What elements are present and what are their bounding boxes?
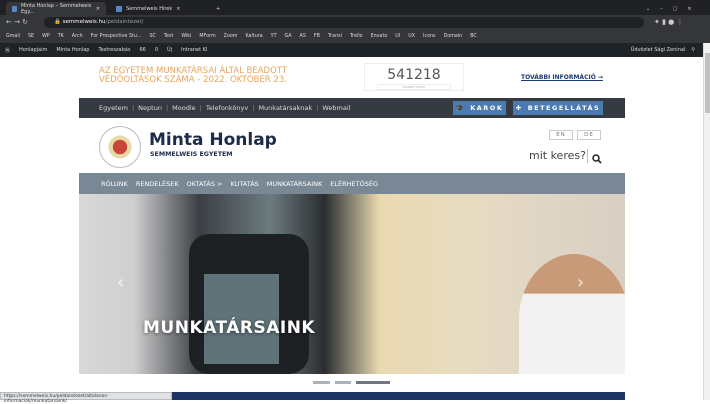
university-seal-logo[interactable] — [99, 126, 141, 168]
bookmark[interactable]: Envato — [371, 34, 388, 39]
bookmark[interactable]: Icons — [423, 34, 436, 39]
vaccination-banner: AZ EGYETEM MUNKATÁRSAI ÁLTAL BEADOTT VÉDŐ… — [79, 57, 625, 97]
bookmark[interactable]: Wiki — [181, 34, 191, 39]
lang-en-button[interactable]: EN — [549, 130, 573, 140]
site-title[interactable]: Minta Honlap — [149, 130, 277, 150]
scrollbar-thumb[interactable] — [705, 53, 710, 113]
new-tab-button[interactable]: + — [210, 2, 226, 15]
menu-item-oktatas[interactable]: OKTATÁS > — [187, 180, 223, 188]
bookmark[interactable]: AS — [300, 34, 306, 39]
plus-icon: ✚ — [515, 104, 523, 112]
bookmark[interactable]: SC — [149, 34, 155, 39]
close-icon[interactable]: × — [96, 6, 100, 12]
admin-item-new[interactable]: Új — [167, 47, 172, 53]
graduation-cap-icon: 🎓 — [455, 104, 466, 112]
next-slide-arrow-icon[interactable]: › — [577, 272, 584, 293]
bookmark[interactable]: Domain — [444, 34, 463, 39]
topnav-link[interactable]: Egyetem — [99, 104, 128, 112]
topnav-link[interactable]: Telefonkönyv — [206, 104, 248, 112]
slide-dot[interactable] — [313, 381, 330, 384]
wordpress-logo-icon[interactable]: Ⓦ — [5, 47, 10, 54]
menu-item-kutatas[interactable]: KUTATÁS — [230, 180, 258, 188]
topnav-link[interactable]: Munkatársaknak — [258, 104, 312, 112]
hero-title: MUNKATÁRSAINK — [143, 318, 316, 338]
bookmark[interactable]: For Prospective Stu... — [91, 34, 142, 39]
status-bar-url: https://semmelweis.hu/peldaintezet/altal… — [0, 392, 172, 404]
search-icon[interactable]: ⚲ — [691, 47, 695, 53]
tab-semmelweis-hirek[interactable]: Semmelweis Hírek × — [110, 2, 205, 15]
admin-item[interactable]: Testreszabás — [98, 47, 130, 53]
site-favicon-icon — [116, 5, 122, 12]
search-icon[interactable] — [587, 149, 602, 164]
admin-item[interactable]: Intranet KI — [181, 47, 207, 53]
bookmark[interactable]: Trello — [350, 34, 363, 39]
wp-admin-bar: Ⓦ Honlapjaim Minta Honlap Testreszabás 6… — [0, 43, 703, 57]
menu-item-rendelesek[interactable]: RENDELÉSEK — [136, 180, 179, 188]
menu-item-elerhetoseg[interactable]: ELÉRHETŐSÉG — [330, 180, 378, 188]
bookmark[interactable]: WP — [42, 34, 50, 39]
bookmark[interactable]: YT — [271, 34, 277, 39]
extensions-icon[interactable]: ✦ ▮ ● ⋮ — [654, 18, 684, 26]
nav-buttons[interactable]: ← → ↻ — [6, 18, 28, 26]
more-info-link[interactable]: TOVÁBBI INFORMÁCIÓ → — [521, 74, 603, 81]
bookmark[interactable]: Test — [164, 34, 173, 39]
top-navigation: Egyetem | Neptun | Moodle | Telefonkönyv | M… — [79, 98, 625, 118]
bookmark[interactable]: Transl — [328, 34, 342, 39]
site-favicon-icon — [12, 5, 17, 12]
admin-item-comments[interactable]: 0 — [155, 47, 158, 53]
tab-minta-honlap[interactable]: Minta Honlap – Semmelweis Egy... × — [6, 2, 106, 15]
bookmark[interactable]: Arch — [72, 34, 83, 39]
vaccination-counter: 541218 ÖSSZES OLTÁS — [364, 63, 464, 91]
tab-strip: Minta Honlap – Semmelweis Egy... × Semmel… — [0, 0, 710, 15]
menu-item-munkatarsaink[interactable]: MUNKATÁRSAINK — [267, 180, 322, 188]
search-input[interactable]: mit keres? — [529, 149, 586, 162]
topnav-link[interactable]: Webmail — [322, 104, 350, 112]
topnav-link[interactable]: Moodle — [172, 104, 196, 112]
slide-dot-active[interactable] — [356, 381, 390, 384]
url-input[interactable]: 🔒 semmelweis.hu/peldaintezet/ — [44, 17, 644, 28]
admin-item[interactable]: Minta Honlap — [56, 47, 89, 53]
close-icon[interactable]: × — [176, 6, 180, 12]
prev-slide-arrow-icon[interactable]: ‹ — [117, 272, 124, 293]
bookmark[interactable]: Zoom — [224, 34, 238, 39]
hero-image-person — [519, 254, 625, 374]
bookmark[interactable]: UI — [395, 34, 400, 39]
banner-text: AZ EGYETEM MUNKATÁRSAI ÁLTAL BEADOTT VÉDŐ… — [99, 66, 288, 85]
bookmark[interactable]: GA — [285, 34, 292, 39]
bookmark[interactable]: FB — [314, 34, 320, 39]
bookmark[interactable]: MForm — [199, 34, 215, 39]
bookmark[interactable]: Gmail — [6, 34, 20, 39]
window-controls[interactable]: ⌄–▢× — [640, 2, 708, 15]
bookmark[interactable]: UX — [408, 34, 415, 39]
main-menu: RÓLUNK RENDELÉSEK OKTATÁS > KUTATÁS MUNK… — [79, 173, 625, 194]
user-greeting[interactable]: Üdvözlet Sági Zeninal — [631, 47, 686, 53]
site-header: Minta Honlap SEMMELWEIS EGYETEM EN DE mi… — [79, 118, 625, 173]
scrollbar[interactable] — [703, 43, 710, 400]
admin-item[interactable]: Honlapjaim — [19, 47, 47, 53]
betegellatas-button[interactable]: ✚ BETEGELLÁTÁS — [513, 101, 603, 115]
bookmark[interactable]: BC — [470, 34, 477, 39]
bookmark[interactable]: TK — [58, 34, 64, 39]
menu-item-rolunk[interactable]: RÓLUNK — [101, 180, 128, 188]
address-bar-row: ← → ↻ 🔒 semmelweis.hu/peldaintezet/ ✦ ▮ … — [0, 15, 710, 30]
topnav-link[interactable]: Neptun — [138, 104, 162, 112]
hero-slider[interactable]: ‹ › MUNKATÁRSAINK — [79, 194, 625, 374]
site-subtitle: SEMMELWEIS EGYETEM — [150, 151, 233, 158]
bookmark[interactable]: Kaltura — [246, 34, 263, 39]
admin-item-updates[interactable]: 66 — [139, 47, 145, 53]
bookmarks-bar: Gmail SE WP TK Arch For Prospective Stu... SC T… — [0, 30, 710, 43]
karok-button[interactable]: 🎓 KAROK — [453, 101, 506, 115]
bookmark[interactable]: SE — [28, 34, 34, 39]
slide-dot[interactable] — [335, 381, 351, 384]
lang-de-button[interactable]: DE — [577, 130, 601, 140]
